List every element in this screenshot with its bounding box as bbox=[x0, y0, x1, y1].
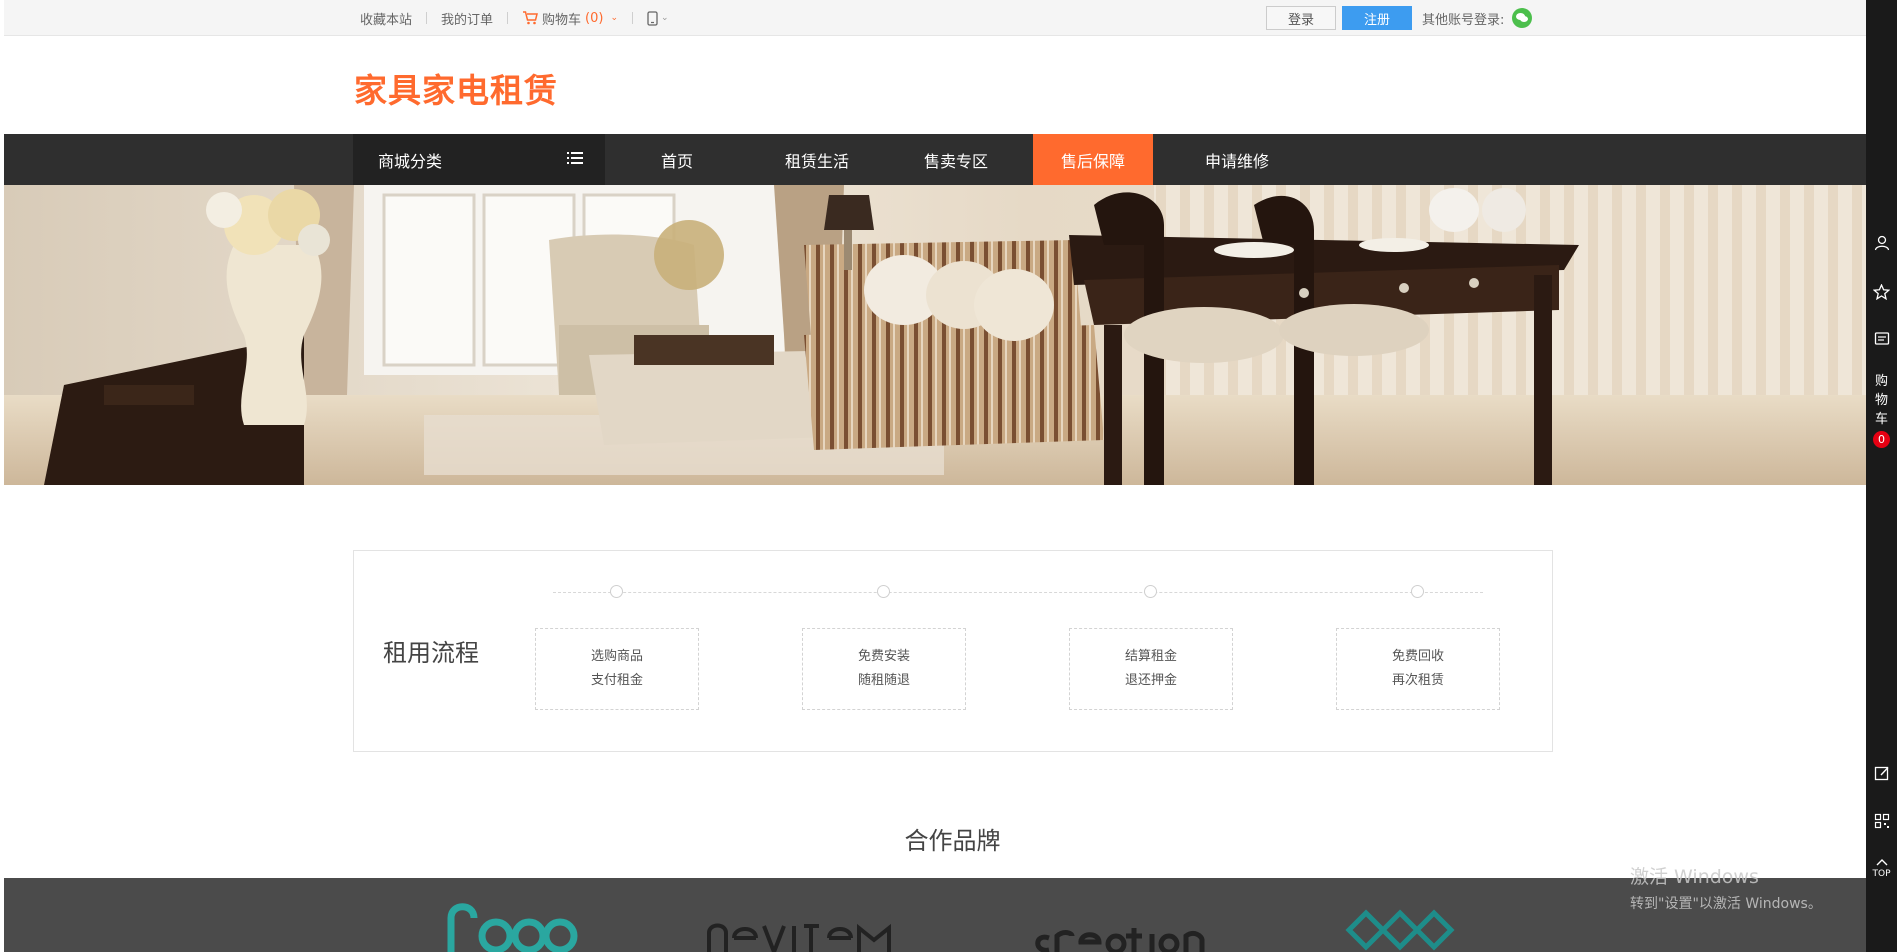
step-line: 选购商品 bbox=[590, 649, 643, 664]
bookmark-link[interactable]: 收藏本站 bbox=[360, 9, 426, 28]
category-menu-button[interactable]: 商城分类 bbox=[353, 134, 605, 185]
brand-logo-4 bbox=[1345, 909, 1455, 951]
brand-logo-2 bbox=[707, 923, 891, 952]
cart-label: 购物车 bbox=[542, 12, 582, 28]
nav-item-rental-life[interactable]: 租赁生活 bbox=[762, 134, 872, 185]
list-icon bbox=[567, 152, 583, 166]
process-title: 租用流程 bbox=[383, 639, 479, 667]
windows-activation-watermark: 激活 Windows 转到"设置"以激活 Windows。 bbox=[1630, 862, 1822, 913]
qrcode-icon bbox=[1874, 813, 1890, 833]
back-to-top-button[interactable]: TOP bbox=[1866, 858, 1897, 879]
list-document-icon bbox=[1874, 331, 1890, 351]
login-button[interactable]: 登录 bbox=[1266, 6, 1336, 30]
user-icon bbox=[1874, 235, 1890, 255]
brand-logo-3 bbox=[1035, 928, 1205, 952]
watermark-line-2: 转到"设置"以激活 Windows。 bbox=[1630, 896, 1822, 912]
chevron-down-icon: ⌄ bbox=[661, 13, 669, 23]
rental-process-panel: 租用流程 选购商品 支付租金 免费安装 随租随退 结算租金 退还押金 免费回收 … bbox=[353, 550, 1553, 752]
step-line: 免费回收 bbox=[1391, 649, 1444, 664]
cart-icon bbox=[522, 11, 538, 25]
site-logo[interactable]: 家具家电租赁 bbox=[354, 64, 558, 112]
brand-logo-1 bbox=[447, 903, 578, 952]
category-label: 商城分类 bbox=[378, 151, 443, 171]
top-utility-bar: 收藏本站 我的订单 购物车 (0) ⌄ ⌄ 登录 注册 其他账号登录: bbox=[4, 0, 1866, 36]
my-orders-link[interactable]: 我的订单 bbox=[427, 9, 507, 28]
step-line: 支付租金 bbox=[590, 673, 643, 688]
top-right-account: 登录 注册 其他账号登录: bbox=[1266, 0, 1533, 36]
brand-logo-strip bbox=[4, 878, 1866, 952]
process-step: 免费安装 随租随退 bbox=[802, 628, 966, 710]
edit-icon bbox=[1874, 765, 1890, 785]
cart-count: (0) bbox=[585, 10, 604, 26]
step-line: 再次租赁 bbox=[1391, 673, 1444, 688]
phone-icon bbox=[647, 10, 658, 26]
star-icon bbox=[1872, 283, 1891, 304]
cart-char: 购 bbox=[1874, 374, 1888, 389]
mobile-link[interactable]: ⌄ bbox=[633, 10, 683, 26]
favorites-button[interactable] bbox=[1866, 279, 1897, 309]
step-line: 结算租金 bbox=[1124, 649, 1177, 664]
chevron-down-icon: ⌄ bbox=[610, 13, 619, 23]
step-line: 退还押金 bbox=[1124, 673, 1177, 688]
feedback-button[interactable] bbox=[1866, 760, 1897, 790]
brands-section-title: 合作品牌 bbox=[904, 827, 1001, 855]
timeline-dot bbox=[610, 585, 623, 598]
cart-char: 车 bbox=[1874, 412, 1888, 427]
timeline-dot bbox=[1411, 585, 1424, 598]
qrcode-button[interactable] bbox=[1866, 808, 1897, 838]
cart-char: 物 bbox=[1874, 393, 1888, 408]
right-side-toolbar: 购 物 车 0 TOP bbox=[1866, 0, 1897, 952]
top-label: TOP bbox=[1872, 869, 1891, 879]
other-login-label: 其他账号登录: bbox=[1422, 12, 1505, 28]
timeline-dot bbox=[877, 585, 890, 598]
nav-item-repair[interactable]: 申请维修 bbox=[1182, 134, 1292, 185]
chevron-up-icon bbox=[1876, 858, 1888, 869]
cart-link[interactable]: 购物车 (0) ⌄ bbox=[508, 9, 632, 28]
step-line: 免费安装 bbox=[857, 649, 910, 664]
watermark-line-1: 激活 Windows bbox=[1630, 866, 1759, 888]
wechat-icon[interactable] bbox=[1512, 8, 1533, 28]
sidebar-cart-button[interactable]: 购 物 车 0 bbox=[1866, 372, 1897, 448]
main-nav: 商城分类 首页 租赁生活 售卖专区 售后保障 申请维修 bbox=[4, 134, 1866, 185]
nav-item-home[interactable]: 首页 bbox=[625, 134, 729, 185]
process-step: 结算租金 退还押金 bbox=[1069, 628, 1233, 710]
top-left-links: 收藏本站 我的订单 购物车 (0) ⌄ ⌄ bbox=[360, 0, 683, 36]
register-button[interactable]: 注册 bbox=[1342, 6, 1412, 30]
process-step: 免费回收 再次租赁 bbox=[1336, 628, 1500, 710]
user-button[interactable] bbox=[1866, 230, 1897, 260]
nav-item-after-sales[interactable]: 售后保障 bbox=[1033, 134, 1153, 185]
cart-count-badge: 0 bbox=[1873, 431, 1890, 448]
nav-item-sales[interactable]: 售卖专区 bbox=[901, 134, 1011, 185]
timeline-dot bbox=[1144, 585, 1157, 598]
process-timeline bbox=[553, 592, 1483, 593]
history-button[interactable] bbox=[1866, 326, 1897, 356]
hero-banner-image[interactable] bbox=[4, 185, 1866, 485]
process-step: 选购商品 支付租金 bbox=[535, 628, 699, 710]
step-line: 随租随退 bbox=[857, 673, 910, 688]
